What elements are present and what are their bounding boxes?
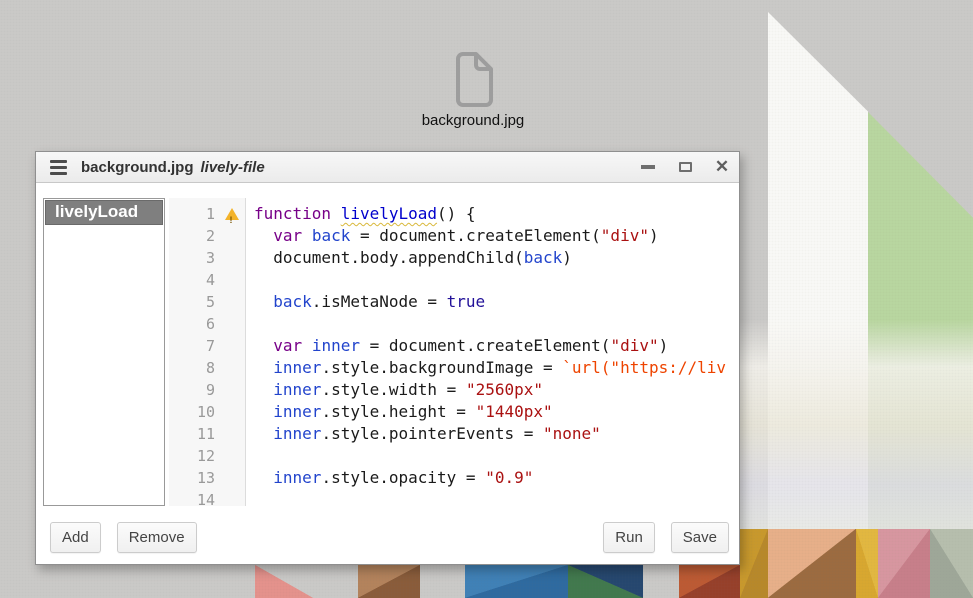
code-line: 8 inner.style.backgroundImage = `url("ht… — [169, 357, 734, 379]
wallpaper-triangle — [679, 565, 740, 598]
minimize-button[interactable] — [640, 159, 656, 175]
toolbar-left-group: Add Remove — [50, 522, 197, 553]
line-number: 14 — [169, 489, 217, 506]
code-text — [246, 489, 254, 506]
code-line: 12 — [169, 445, 734, 467]
desktop-file-label: background.jpg — [396, 112, 550, 129]
desktop-file-icon[interactable]: background.jpg — [396, 50, 550, 129]
window-type-label: lively-file — [201, 159, 265, 176]
close-button[interactable]: ✕ — [714, 159, 730, 175]
line-number: 12 — [169, 445, 217, 467]
line-number: 13 — [169, 467, 217, 489]
window-titlebar[interactable]: background.jpg lively-file ✕ — [36, 152, 739, 183]
minimize-icon — [641, 165, 655, 169]
code-line: 2 var back = document.createElement("div… — [169, 225, 734, 247]
document-icon — [450, 50, 496, 108]
wallpaper-triangle — [768, 529, 856, 598]
gutter-icon-slot — [217, 423, 246, 445]
code-line: 1 function livelyLoad() { — [169, 203, 734, 225]
code-text: var back = document.createElement("div") — [246, 225, 659, 247]
gutter-icon-slot — [217, 445, 246, 467]
code-text: function livelyLoad() { — [246, 203, 476, 225]
wallpaper-triangle — [358, 565, 420, 598]
code-text: inner.style.width = "2560px" — [246, 379, 543, 401]
wallpaper-triangle — [878, 529, 930, 598]
code-text: inner.style.pointerEvents = "none" — [246, 423, 601, 445]
gutter-icon-slot — [217, 489, 246, 506]
toolbar-right-group: Run Save — [603, 522, 729, 553]
code-text: var inner = document.createElement("div"… — [246, 335, 668, 357]
wallpaper-triangle — [465, 565, 568, 598]
window-toolbar: Add Remove Run Save — [50, 520, 729, 554]
gutter-icon-slot — [217, 357, 246, 379]
window-title: background.jpg — [81, 159, 194, 176]
wallpaper-triangle — [930, 529, 973, 598]
line-number: 8 — [169, 357, 217, 379]
gutter-icon-slot — [217, 291, 246, 313]
wallpaper-triangle — [856, 529, 878, 598]
code-line: 7 var inner = document.createElement("di… — [169, 335, 734, 357]
line-number: 4 — [169, 269, 217, 291]
code-line: 6 — [169, 313, 734, 335]
code-text: inner.style.backgroundImage = `url("http… — [246, 357, 726, 379]
lively-window: background.jpg lively-file ✕ livelyLoad … — [35, 151, 740, 565]
code-text: document.body.appendChild(back) — [246, 247, 572, 269]
code-line: 10 inner.style.height = "1440px" — [169, 401, 734, 423]
maximize-button[interactable] — [677, 159, 693, 175]
line-number: 7 — [169, 335, 217, 357]
line-number: 11 — [169, 423, 217, 445]
code-text: back.isMetaNode = true — [246, 291, 485, 313]
run-button[interactable]: Run — [603, 522, 655, 553]
code-editor[interactable]: 1function livelyLoad() {2 var back = doc… — [169, 198, 734, 506]
sidebar-item[interactable]: livelyLoad — [45, 200, 163, 225]
gutter-icon-slot — [217, 401, 246, 423]
gutter-icon-slot — [217, 247, 246, 269]
window-controls: ✕ — [640, 159, 730, 175]
line-number: 10 — [169, 401, 217, 423]
code-line: 11 inner.style.pointerEvents = "none" — [169, 423, 734, 445]
sidebar-list[interactable]: livelyLoad — [43, 198, 165, 506]
line-number: 6 — [169, 313, 217, 335]
code-line: 3 document.body.appendChild(back) — [169, 247, 734, 269]
wallpaper-triangle — [568, 565, 643, 598]
save-button[interactable]: Save — [671, 522, 729, 553]
warning-triangle-icon — [217, 203, 246, 225]
wallpaper-pastel-block — [740, 320, 973, 555]
line-number: 3 — [169, 247, 217, 269]
maximize-icon — [679, 162, 692, 172]
gutter-icon-slot — [217, 379, 246, 401]
hamburger-menu-icon[interactable] — [50, 160, 67, 175]
code-line: 4 — [169, 269, 734, 291]
code-line: 13 inner.style.opacity = "0.9" — [169, 467, 734, 489]
gutter-icon-slot — [217, 467, 246, 489]
gutter-icon-slot — [217, 313, 246, 335]
line-number: 9 — [169, 379, 217, 401]
line-number: 5 — [169, 291, 217, 313]
code-text — [246, 445, 254, 467]
code-text: inner.style.height = "1440px" — [246, 401, 553, 423]
editor-lines: 1function livelyLoad() {2 var back = doc… — [169, 203, 734, 506]
code-line: 9 inner.style.width = "2560px" — [169, 379, 734, 401]
gutter-icon-slot — [217, 269, 246, 291]
code-text — [246, 269, 254, 291]
remove-button[interactable]: Remove — [117, 522, 197, 553]
code-line: 14 — [169, 489, 734, 506]
wallpaper-triangle — [740, 529, 768, 598]
code-text — [246, 313, 254, 335]
line-number: 2 — [169, 225, 217, 247]
line-number: 1 — [169, 203, 217, 225]
wallpaper-triangle — [255, 565, 313, 598]
code-text: inner.style.opacity = "0.9" — [246, 467, 533, 489]
desktop: background.jpg background.jpg lively-fil… — [0, 0, 973, 598]
code-line: 5 back.isMetaNode = true — [169, 291, 734, 313]
add-button[interactable]: Add — [50, 522, 101, 553]
gutter-icon-slot — [217, 335, 246, 357]
